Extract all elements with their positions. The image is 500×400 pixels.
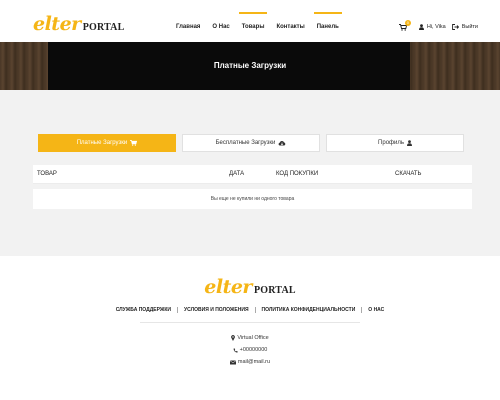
footer-links: СЛУЖБА ПОДДЕРЖКИ УСЛОВИЯ И ПОЛОЖЕНИЯ ПОЛ… — [0, 307, 500, 313]
downloads-tabs: Платные Загрузки Бесплатные Загрузки Про… — [38, 134, 470, 152]
footer-link-support[interactable]: СЛУЖБА ПОДДЕРЖКИ — [110, 307, 177, 313]
column-header-download: СКАЧАТЬ — [395, 171, 422, 177]
table-header: ТОВАР ДАТА КОД ПОКУПКИ СКАЧАТЬ — [33, 165, 472, 184]
column-header-date: ДАТА — [229, 171, 245, 177]
empty-message: Вы еще не купили ни одного товара — [210, 196, 295, 202]
nav-panel[interactable]: Панель — [311, 12, 345, 42]
footer-address: Virtual Office — [0, 335, 500, 341]
column-header-product: ТОВАР — [37, 171, 57, 177]
nav-home[interactable]: Главная — [170, 12, 206, 42]
footer-logo-elter-text: elter — [204, 276, 252, 298]
nav-products-label: Товары — [241, 24, 265, 30]
cart-button[interactable]: 0 — [398, 19, 411, 31]
tab-free-downloads[interactable]: Бесплатные Загрузки — [182, 134, 320, 152]
user-icon — [418, 24, 424, 30]
tab-paid-downloads[interactable]: Платные Загрузки — [38, 134, 176, 152]
logout-icon — [451, 24, 459, 30]
user-profile-link[interactable]: Hi, Vika — [418, 24, 446, 30]
cloud-download-icon — [278, 140, 286, 146]
phone-icon — [233, 347, 238, 353]
logo-portal-text: PORTAL — [82, 22, 125, 33]
footer-link-privacy[interactable]: ПОЛИТИКА КОНФИДЕНЦИАЛЬНОСТИ — [254, 307, 362, 313]
nav-contacts[interactable]: Контакты — [270, 12, 310, 42]
envelope-icon — [229, 359, 236, 364]
purchases-table: ТОВАР ДАТА КОД ПОКУПКИ СКАЧАТЬ Вы еще не… — [33, 165, 472, 209]
footer-email[interactable]: mail@mail.ru — [0, 359, 500, 365]
site-header: elter PORTAL Главная О Нас Товары Контак… — [0, 0, 500, 42]
page-title: Платные Загрузки — [213, 61, 287, 70]
map-marker-icon — [231, 335, 236, 341]
tab-profile-label: Профиль — [378, 140, 404, 146]
cart-icon — [130, 140, 138, 146]
column-header-purchase-code: КОД ПОКУПКИ — [276, 171, 319, 177]
cart-count-badge: 0 — [404, 19, 411, 26]
nav-about[interactable]: О Нас — [206, 12, 235, 42]
footer-address-text: Virtual Office — [237, 335, 269, 341]
logout-label: Выйти — [461, 24, 478, 30]
footer-phone-text: +00000000 — [239, 347, 268, 353]
nav-home-label: Главная — [176, 24, 201, 30]
header-user-area: 0 Hi, Vika Выйти — [398, 12, 478, 42]
footer-phone: +00000000 — [0, 347, 500, 353]
page-banner: Платные Загрузки — [0, 42, 500, 90]
footer-link-terms[interactable]: УСЛОВИЯ И ПОЛОЖЕНИЯ — [177, 307, 255, 313]
table-empty-row: Вы еще не купили ни одного товара — [33, 189, 472, 209]
footer-email-text: mail@mail.ru — [237, 359, 271, 365]
user-icon — [406, 140, 412, 146]
footer-logo[interactable]: elter PORTAL — [0, 276, 500, 298]
footer-divider — [140, 322, 360, 323]
user-greeting: Hi, Vika — [426, 24, 446, 30]
logout-link[interactable]: Выйти — [451, 24, 478, 30]
nav-about-label: О Нас — [212, 24, 230, 30]
nav-products[interactable]: Товары — [236, 12, 271, 42]
site-logo[interactable]: elter PORTAL — [33, 13, 124, 35]
footer-logo-portal-text: PORTAL — [253, 285, 296, 296]
nav-contacts-label: Контакты — [276, 24, 305, 30]
downloads-section: Платные Загрузки Бесплатные Загрузки Про… — [0, 90, 500, 256]
tab-paid-downloads-label: Платные Загрузки — [76, 140, 128, 146]
nav-panel-label: Панель — [316, 24, 339, 30]
main-nav: Главная О Нас Товары Контакты Панель — [170, 12, 345, 42]
tab-free-downloads-label: Бесплатные Загрузки — [215, 140, 276, 146]
footer-link-about[interactable]: О НАС — [361, 307, 390, 313]
site-footer: elter PORTAL СЛУЖБА ПОДДЕРЖКИ УСЛОВИЯ И … — [0, 256, 500, 400]
tab-profile[interactable]: Профиль — [326, 134, 464, 152]
logo-elter-text: elter — [33, 13, 81, 35]
